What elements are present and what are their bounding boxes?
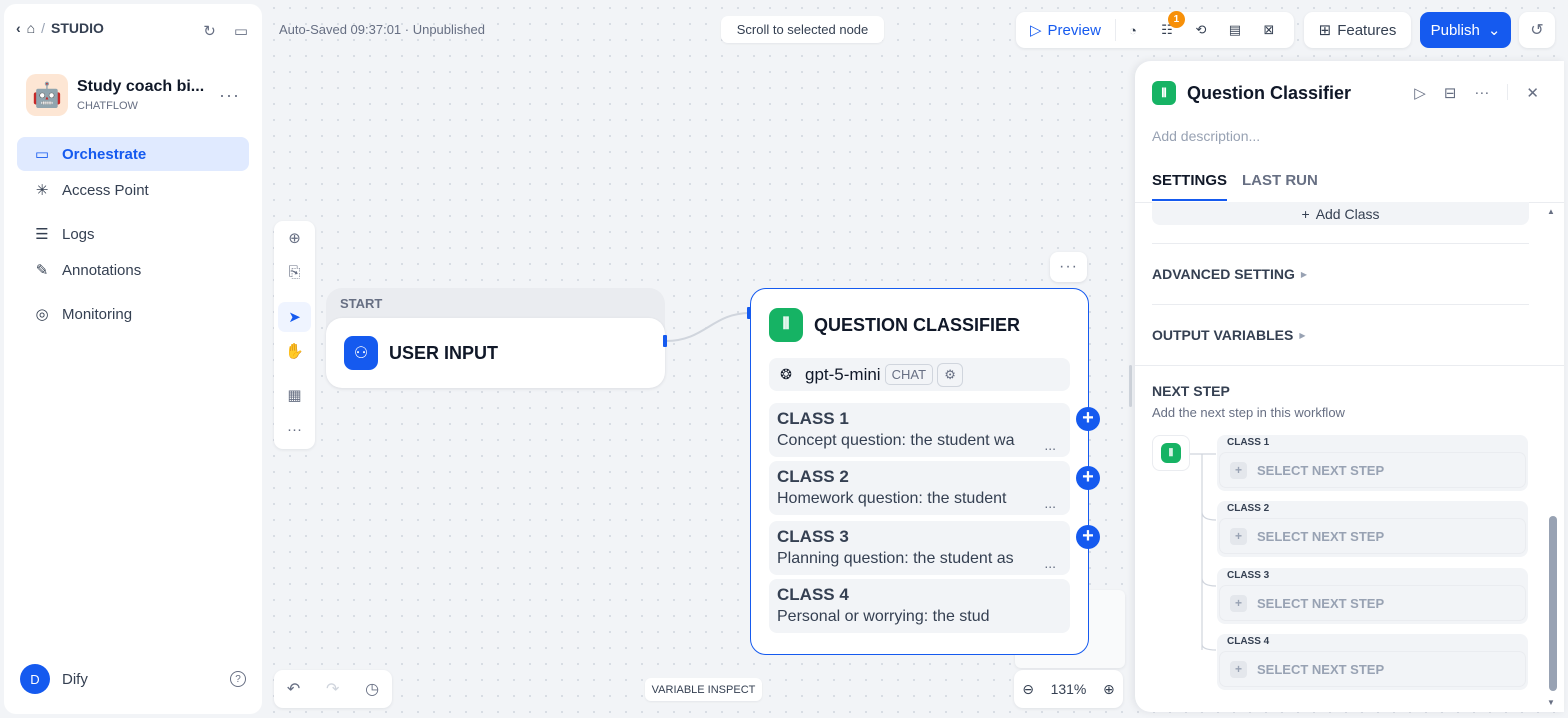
question-classifier-node[interactable]: ⦀ QUESTION CLASSIFIER ❂ gpt-5-mini CHAT … xyxy=(750,288,1089,655)
panel-actions: ▷ ⊟ ··· ✕ xyxy=(1414,84,1539,102)
next-step-connector xyxy=(1190,453,1217,651)
class-description: Homework question: the student xyxy=(777,490,1007,507)
select-next-step-button[interactable]: + SELECT NEXT STEP xyxy=(1219,651,1526,687)
next-step-class-label: CLASS 3 xyxy=(1227,570,1270,581)
class-name: CLASS 4 xyxy=(777,585,849,604)
select-next-step-button[interactable]: + SELECT NEXT STEP xyxy=(1219,452,1526,488)
classifier-icon: ⦀ xyxy=(769,308,803,342)
caret-right-icon: ▶ xyxy=(1300,269,1308,279)
next-step-class-3: CLASS 3 + SELECT NEXT STEP xyxy=(1217,568,1528,624)
tab-settings[interactable]: SETTINGS xyxy=(1152,172,1228,201)
tab-last-run[interactable]: LAST RUN xyxy=(1242,172,1318,201)
help-docs-icon[interactable]: ⊟ xyxy=(1444,84,1457,102)
add-class-button[interactable]: + Add Class xyxy=(1152,202,1529,225)
ellipsis-icon: ... xyxy=(1044,437,1056,453)
select-next-step-label: SELECT NEXT STEP xyxy=(1257,595,1385,611)
next-step-class-2: CLASS 2 + SELECT NEXT STEP xyxy=(1217,501,1528,557)
advanced-setting-label: ADVANCED SETTING xyxy=(1152,266,1295,282)
class-item[interactable]: CLASS 2 Homework question: the student .… xyxy=(769,461,1070,515)
class-item[interactable]: CLASS 3 Planning question: the student a… xyxy=(769,521,1070,575)
current-node-icon: ⦀ xyxy=(1152,435,1190,471)
advanced-setting-toggle[interactable]: ADVANCED SETTING ▶ xyxy=(1152,266,1307,282)
select-next-step-button[interactable]: + SELECT NEXT STEP xyxy=(1219,585,1526,621)
start-node-label: START xyxy=(340,296,383,311)
qc-header: ⦀ QUESTION CLASSIFIER xyxy=(769,308,1020,342)
start-node-body: ⚇ USER INPUT xyxy=(326,318,665,388)
class-description: Personal or worrying: the stud xyxy=(777,608,990,625)
user-input-icon: ⚇ xyxy=(344,336,378,370)
more-icon[interactable]: ··· xyxy=(1474,84,1489,102)
model-name: gpt-5-mini xyxy=(805,364,881,384)
plus-icon: + xyxy=(1301,205,1310,222)
add-class-label: Add Class xyxy=(1315,205,1380,222)
panel-header: ⦀ Question Classifier xyxy=(1152,81,1351,105)
add-next-class-2-icon[interactable]: + xyxy=(1076,466,1100,490)
panel-tabs: SETTINGS LAST RUN xyxy=(1152,172,1318,201)
scroll-up-icon[interactable]: ▲ xyxy=(1547,207,1555,216)
add-next-class-1-icon[interactable]: + xyxy=(1076,407,1100,431)
run-node-icon[interactable]: ▷ xyxy=(1414,84,1426,102)
select-next-step-label: SELECT NEXT STEP xyxy=(1257,462,1385,478)
start-node-title: USER INPUT xyxy=(389,342,499,363)
divider xyxy=(1152,304,1529,305)
next-step-class-label: CLASS 4 xyxy=(1227,636,1270,647)
ellipsis-icon: ... xyxy=(1044,495,1056,511)
next-step-class-1: CLASS 1 + SELECT NEXT STEP xyxy=(1217,435,1528,491)
class-item[interactable]: CLASS 4 Personal or worrying: the stud xyxy=(769,579,1070,633)
start-output-handle[interactable] xyxy=(663,335,667,347)
divider xyxy=(1135,365,1564,366)
qc-title: QUESTION CLASSIFIER xyxy=(814,314,1021,335)
scroll-down-icon[interactable]: ▼ xyxy=(1547,698,1555,707)
close-icon[interactable]: ✕ xyxy=(1526,84,1539,102)
plus-icon: + xyxy=(1230,660,1247,678)
next-step-title: NEXT STEP xyxy=(1152,383,1230,399)
model-mode-tag: CHAT xyxy=(884,364,934,385)
select-next-step-button[interactable]: + SELECT NEXT STEP xyxy=(1219,518,1526,554)
plus-icon: + xyxy=(1230,594,1247,612)
class-description: Concept question: the student wa xyxy=(777,432,1015,449)
add-next-class-3-icon[interactable]: + xyxy=(1076,525,1100,549)
description-field[interactable]: Add description... xyxy=(1152,128,1260,144)
output-variables-label: OUTPUT VARIABLES xyxy=(1152,327,1294,343)
panel-resize-handle[interactable] xyxy=(1129,365,1132,407)
caret-right-icon: ▶ xyxy=(1299,330,1306,340)
next-step-class-label: CLASS 1 xyxy=(1227,437,1270,448)
panel-title[interactable]: Question Classifier xyxy=(1187,83,1351,104)
openai-icon: ❂ xyxy=(780,366,792,382)
classifier-icon: ⦀ xyxy=(1161,443,1181,463)
plus-icon: + xyxy=(1230,527,1247,545)
divider xyxy=(1152,243,1529,244)
class-item[interactable]: CLASS 1 Concept question: the student wa… xyxy=(769,403,1070,457)
select-next-step-label: SELECT NEXT STEP xyxy=(1257,528,1385,544)
class-name: CLASS 1 xyxy=(777,409,849,428)
class-description: Planning question: the student as xyxy=(777,550,1014,567)
classifier-icon: ⦀ xyxy=(1152,81,1176,105)
divider xyxy=(1507,84,1509,100)
next-step-class-label: CLASS 2 xyxy=(1227,503,1270,514)
next-step-class-4: CLASS 4 + SELECT NEXT STEP xyxy=(1217,634,1528,690)
class-name: CLASS 3 xyxy=(777,527,849,546)
plus-icon: + xyxy=(1230,461,1247,479)
start-node[interactable]: START ⚇ USER INPUT xyxy=(326,288,665,388)
node-more-icon[interactable]: ··· xyxy=(1050,252,1087,282)
model-settings-icon[interactable]: ⚙ xyxy=(937,362,964,387)
classifier-input-handle[interactable] xyxy=(747,307,751,319)
class-name: CLASS 2 xyxy=(777,467,849,486)
model-selector[interactable]: ❂ gpt-5-mini CHAT ⚙ xyxy=(769,358,1070,391)
panel-scrollbar[interactable] xyxy=(1549,516,1557,691)
node-settings-panel: ⦀ Question Classifier ▷ ⊟ ··· ✕ Add desc… xyxy=(1135,61,1564,712)
next-step-subtitle: Add the next step in this workflow xyxy=(1152,405,1345,420)
select-next-step-label: SELECT NEXT STEP xyxy=(1257,661,1385,677)
output-variables-toggle[interactable]: OUTPUT VARIABLES ▶ xyxy=(1152,327,1305,343)
ellipsis-icon: ... xyxy=(1044,555,1056,571)
